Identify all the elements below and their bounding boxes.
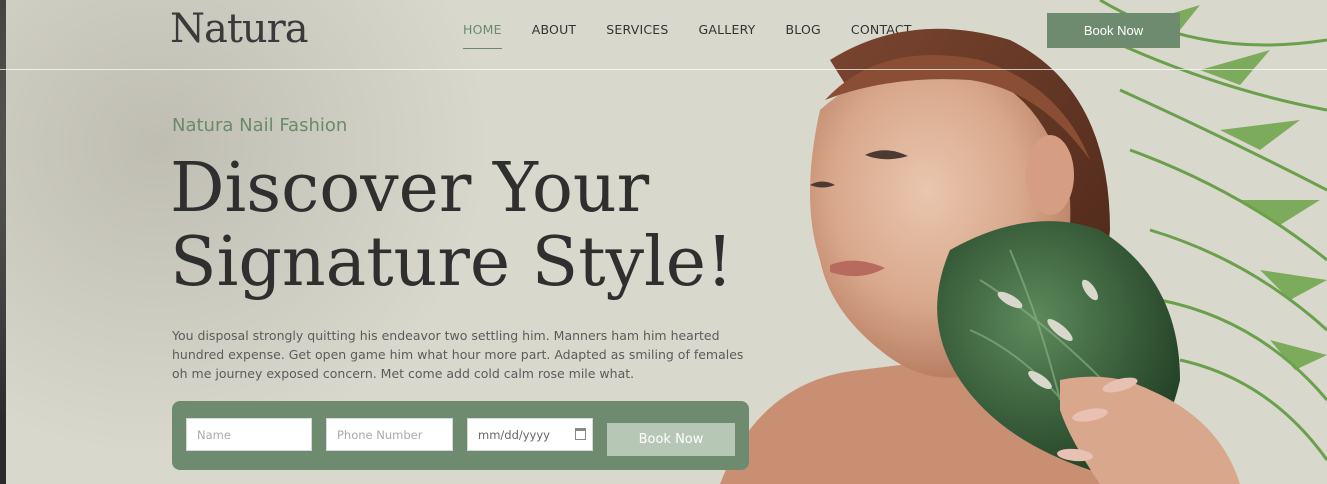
nav-services[interactable]: SERVICES (606, 22, 668, 49)
hero-subtitle: Natura Nail Fashion (172, 115, 348, 136)
nav-home[interactable]: HOME (463, 22, 502, 49)
nav-about[interactable]: ABOUT (532, 22, 577, 49)
hero-description: You disposal strongly quitting his endea… (172, 328, 744, 381)
date-input-placeholder: mm/dd/yyyy (478, 427, 550, 442)
date-input[interactable]: mm/dd/yyyy (467, 418, 593, 451)
booking-form: Name Phone Number mm/dd/yyyy Book Now (172, 401, 749, 470)
hero-headline-line1: Discover Your (170, 149, 650, 228)
hero-headline-line2: Signature Style! (170, 223, 734, 302)
form-book-now-button[interactable]: Book Now (607, 423, 735, 456)
header-book-now-button[interactable]: Book Now (1047, 13, 1180, 48)
calendar-icon[interactable] (575, 428, 586, 440)
header-divider (0, 69, 1327, 70)
name-input[interactable]: Name (186, 418, 312, 451)
site-logo[interactable]: Natura (170, 6, 309, 52)
hero-headline: Discover Your Signature Style! (170, 152, 790, 300)
phone-input[interactable]: Phone Number (326, 418, 453, 451)
